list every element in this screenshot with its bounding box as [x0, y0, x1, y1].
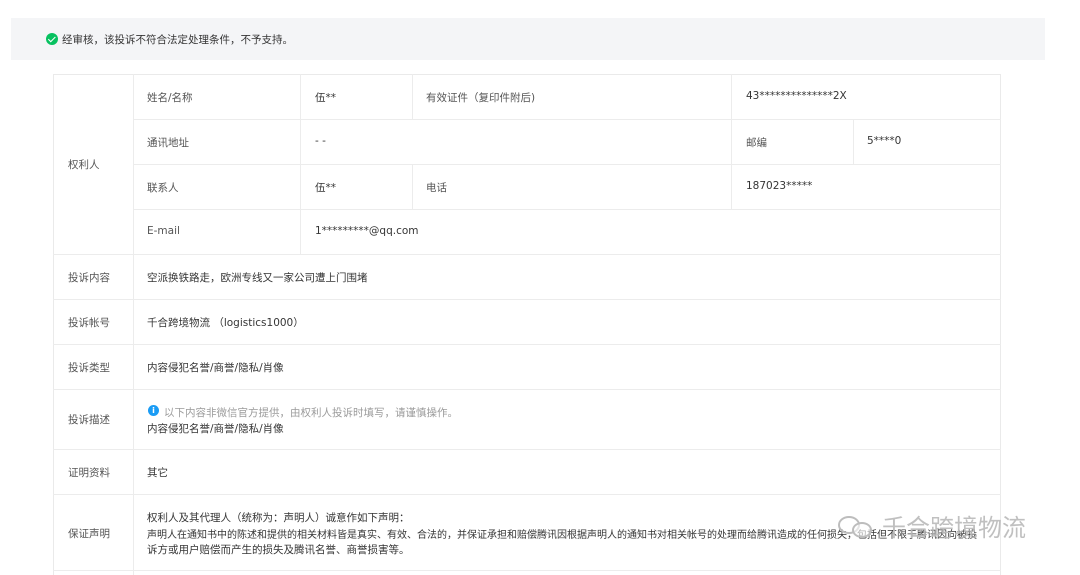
statement-line-1: 权利人及其代理人（统称为：声明人）诚意作如下声明： [147, 512, 410, 524]
complaint-account-value: 千合跨境物流 （logistics1000） [147, 317, 304, 329]
row-divider [133, 209, 1001, 210]
row-divider [133, 164, 1001, 165]
col-divider [412, 164, 413, 209]
col-divider [731, 164, 732, 209]
watermark-text: 千合跨境物流 [882, 514, 1026, 542]
complaint-content-value: 空派换铁路走，欧洲专线又一家公司遭上门围堵 [147, 272, 368, 284]
col-divider [133, 74, 134, 575]
row-divider [53, 344, 1001, 345]
info-icon: i [148, 405, 159, 416]
complaint-desc-label: 投诉描述 [68, 414, 110, 426]
complaint-type-value: 内容侵犯名誉/商誉/隐私/肖像 [147, 362, 284, 374]
contact-value: 伍** [315, 182, 336, 194]
evidence-label: 证明资料 [68, 467, 110, 479]
row-divider [53, 389, 1001, 390]
col-divider [412, 74, 413, 119]
result-message: 经审核，该投诉不符合法定处理条件，不予支持。 [62, 33, 293, 46]
name-value: 伍** [315, 92, 336, 104]
col-divider [300, 74, 301, 254]
result-banner: 经审核，该投诉不符合法定处理条件，不予支持。 [11, 18, 1045, 60]
contact-label: 联系人 [147, 182, 179, 194]
zip-value: 5****0 [867, 135, 902, 147]
wechat-logo-icon [836, 510, 876, 542]
address-value: - - [315, 135, 326, 147]
col-divider [731, 119, 732, 164]
id-label: 有效证件（复印件附后) [426, 92, 536, 104]
statement-label: 保证声明 [68, 528, 110, 540]
row-divider [53, 449, 1001, 450]
col-divider [853, 119, 854, 164]
evidence-value: 其它 [147, 467, 168, 479]
complaint-desc-value: 内容侵犯名誉/商誉/隐私/肖像 [147, 423, 284, 435]
col-divider [731, 74, 732, 119]
row-divider [53, 494, 1001, 495]
name-label: 姓名/名称 [147, 92, 193, 104]
row-divider [53, 254, 1001, 255]
id-value: 43**************2X [746, 90, 847, 102]
complaint-content-label: 投诉内容 [68, 272, 110, 284]
complaint-type-label: 投诉类型 [68, 362, 110, 374]
email-label: E-mail [147, 225, 180, 237]
desc-note: 以下内容非微信官方提供，由权利人投诉时填写，请谨慎操作。 [164, 407, 458, 419]
email-value: 1*********@qq.com [315, 225, 419, 237]
watermark: 千合跨境物流 [836, 508, 1026, 543]
rights-holder-label: 权利人 [68, 159, 100, 171]
address-label: 通讯地址 [147, 137, 189, 149]
row-divider [133, 119, 1001, 120]
statement-line-3: 诉方或用户赔偿而产生的损失及腾讯名誉、商誉损害等。 [147, 544, 410, 556]
zip-label: 邮编 [746, 137, 767, 149]
row-divider [53, 570, 1001, 571]
check-circle-icon [46, 33, 58, 45]
phone-value: 187023***** [746, 180, 813, 192]
phone-label: 电话 [426, 182, 447, 194]
complaint-account-label: 投诉帐号 [68, 317, 110, 329]
row-divider [53, 299, 1001, 300]
